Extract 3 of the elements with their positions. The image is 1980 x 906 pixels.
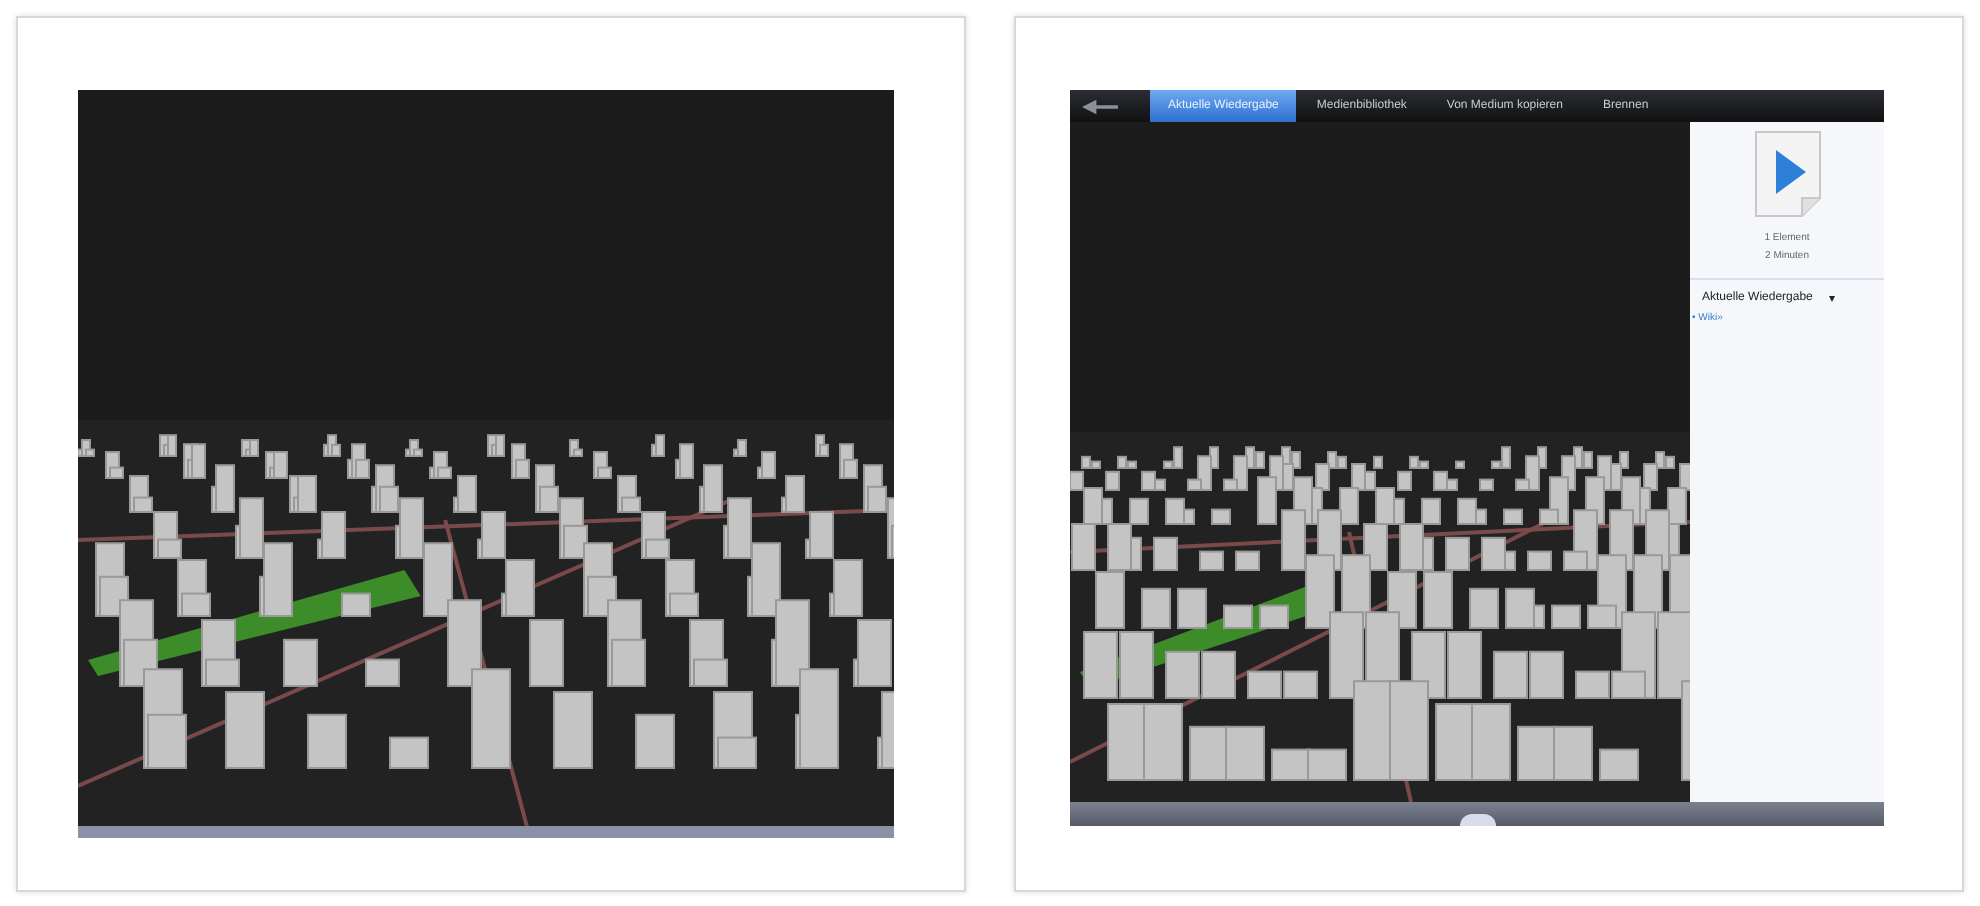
back-arrow-icon[interactable] [1078, 97, 1123, 115]
play-button[interactable] [1459, 814, 1496, 826]
media-file-play-icon [1753, 130, 1822, 218]
